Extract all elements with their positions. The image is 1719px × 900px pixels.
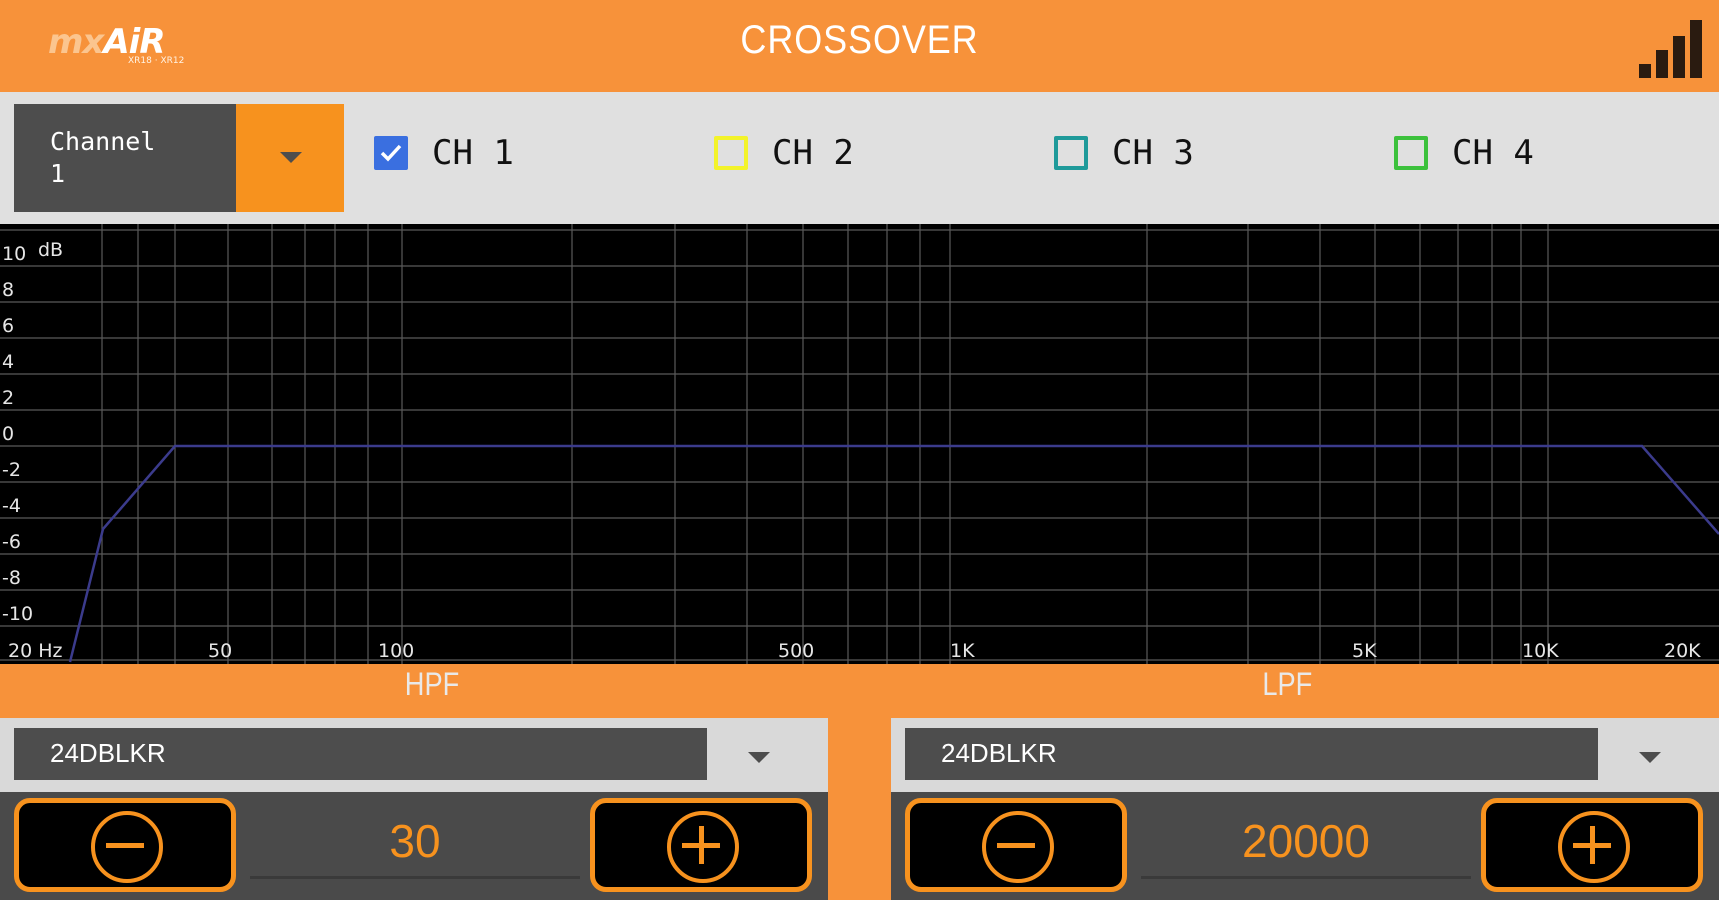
response-plot: 10 dB 8 6 4 2 0 -2 -4 -6 -8 -10 20 Hz 50…: [0, 224, 1719, 664]
lpf-type-select[interactable]: 24DBLKR: [905, 728, 1598, 780]
y-label: 6: [2, 315, 14, 337]
chevron-down-icon[interactable]: [748, 752, 770, 763]
ch2-label: CH 2: [772, 133, 854, 173]
hpf-type-area: 24DBLKR: [0, 718, 828, 792]
hpf-decrement-button[interactable]: [14, 798, 236, 892]
app-header: mxAiR XR18 · XR12 CROSSOVER: [0, 0, 1719, 92]
lpf-decrement-button[interactable]: [905, 798, 1127, 892]
db-unit-label: dB: [38, 239, 63, 261]
chevron-down-icon[interactable]: [1639, 752, 1661, 763]
x-label: 20 Hz: [8, 640, 63, 662]
lpf-frequency-value[interactable]: 20000: [1141, 814, 1471, 879]
lpf-panel: 24DBLKR 20000: [891, 718, 1719, 900]
filter-label-bar: HPF LPF: [0, 664, 1719, 718]
x-label: 20K: [1664, 640, 1701, 662]
lpf-type-value: 24DBLKR: [941, 738, 1057, 768]
ch4-label: CH 4: [1452, 133, 1534, 173]
y-label: -10: [2, 603, 33, 625]
ch4-checkbox[interactable]: [1394, 136, 1428, 170]
lpf-label: LPF: [1262, 666, 1313, 702]
x-label: 500: [778, 640, 814, 662]
y-label: -4: [2, 495, 21, 517]
x-label: 1K: [950, 640, 975, 662]
x-label: 100: [378, 640, 414, 662]
ch3-label: CH 3: [1112, 133, 1194, 173]
channel-select-label: Channel 1: [50, 127, 156, 188]
signal-bars-icon: [1639, 20, 1703, 78]
y-axis-labels: 10 dB 8 6 4 2 0 -2 -4 -6 -8 -10: [2, 239, 63, 625]
plus-icon-v: [698, 826, 704, 864]
crossover-graph[interactable]: 10 dB 8 6 4 2 0 -2 -4 -6 -8 -10 20 Hz 50…: [0, 224, 1719, 664]
grid: [0, 224, 1719, 664]
hpf-type-value: 24DBLKR: [50, 738, 166, 768]
y-label: 2: [2, 387, 14, 409]
y-label: -2: [2, 459, 21, 481]
x-axis-labels: 20 Hz 50 100 500 1K 5K 10K 20K: [8, 640, 1701, 662]
lpf-type-area: 24DBLKR: [891, 718, 1719, 792]
page-title: CROSSOVER: [740, 18, 979, 62]
ch2-checkbox[interactable]: [714, 136, 748, 170]
minus-icon: [106, 842, 144, 848]
hpf-frequency-value[interactable]: 30: [250, 814, 580, 879]
ch1-checkbox[interactable]: [374, 136, 408, 170]
x-label: 50: [208, 640, 232, 662]
y-label: -8: [2, 567, 21, 589]
lpf-increment-button[interactable]: [1481, 798, 1703, 892]
hpf-increment-button[interactable]: [590, 798, 812, 892]
minus-icon: [997, 842, 1035, 848]
plus-icon-v: [1589, 826, 1595, 864]
ch3-checkbox[interactable]: [1054, 136, 1088, 170]
y-label: 8: [2, 279, 14, 301]
hpf-label: HPF: [404, 666, 460, 702]
y-label: 10: [2, 243, 26, 265]
x-label: 5K: [1352, 640, 1377, 662]
check-icon: [380, 144, 402, 162]
hpf-panel: 24DBLKR 30: [0, 718, 828, 900]
chevron-down-icon: [280, 152, 302, 163]
y-label: -6: [2, 531, 21, 553]
x-label: 10K: [1522, 640, 1559, 662]
channel-select[interactable]: Channel 1: [14, 104, 236, 212]
ch1-label: CH 1: [432, 133, 514, 173]
y-label: 4: [2, 351, 14, 373]
hpf-type-select[interactable]: 24DBLKR: [14, 728, 707, 780]
channel-toolbar: Channel 1 CH 1 CH 2 CH 3 CH 4: [0, 92, 1719, 224]
y-label: 0: [2, 423, 14, 445]
channel-dropdown-button[interactable]: [236, 104, 344, 212]
